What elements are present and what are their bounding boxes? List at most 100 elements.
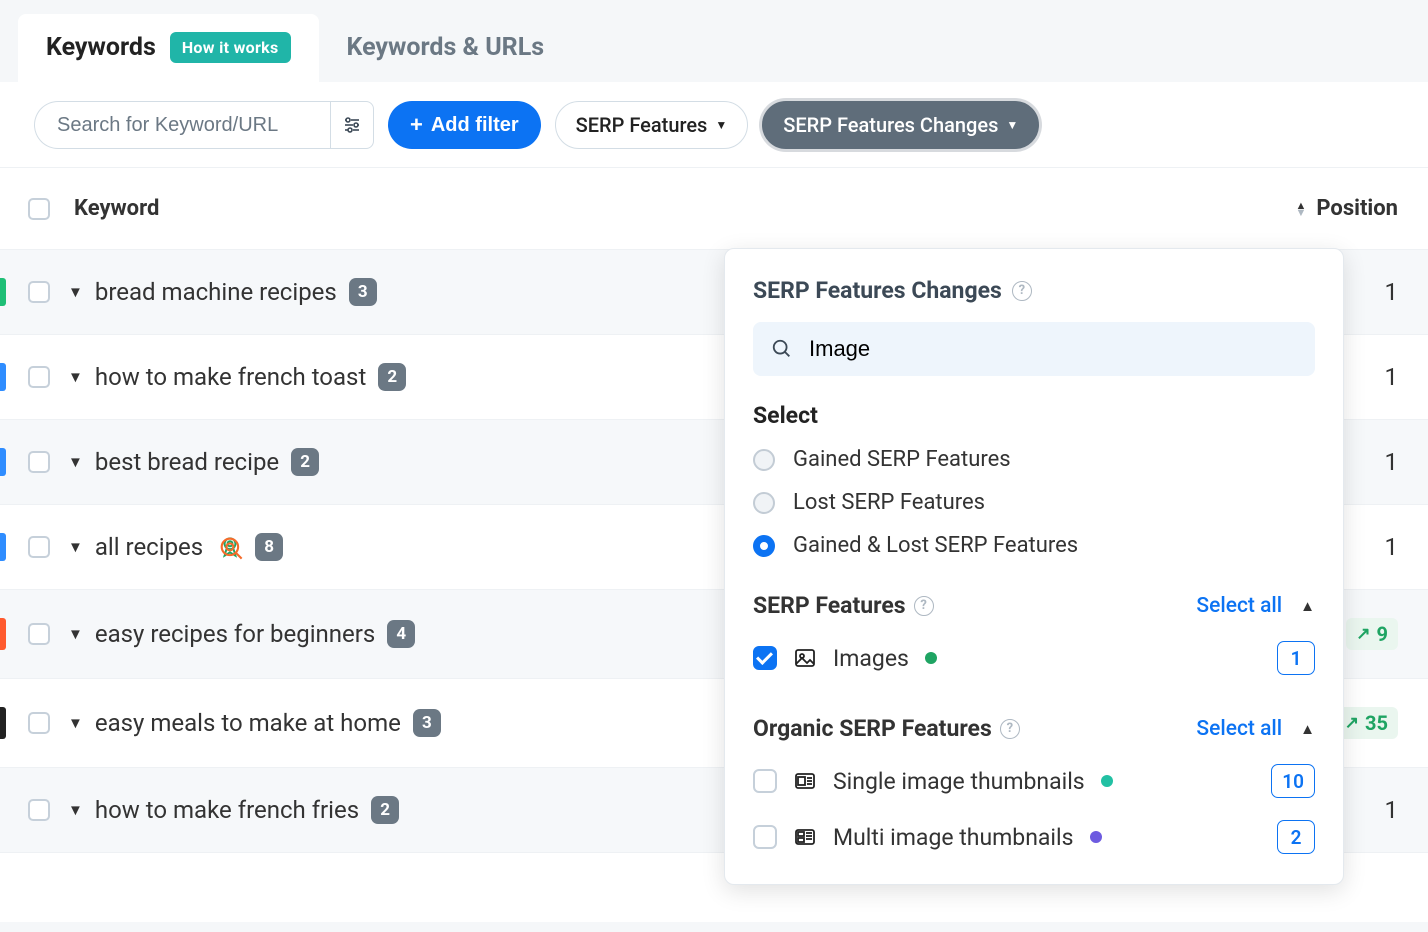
keyword-text: easy meals to make at home (95, 709, 401, 737)
row-accent (0, 363, 6, 391)
select-all-link[interactable]: Select all (1196, 594, 1282, 618)
panel-search-input[interactable] (807, 335, 1297, 363)
feature-images[interactable]: Images 1 (753, 641, 1315, 675)
position-value: 1 (1385, 796, 1399, 824)
count-chip: 8 (255, 533, 283, 561)
tab-keywords[interactable]: Keywords How it works (18, 14, 319, 83)
row-accent (0, 796, 6, 824)
search-settings-button[interactable] (330, 101, 374, 149)
row-checkbox[interactable] (28, 536, 50, 558)
checkbox[interactable] (753, 646, 777, 670)
chevron-up-icon[interactable]: ▲ (1300, 597, 1315, 615)
radio-both[interactable]: Gained & Lost SERP Features (753, 533, 1315, 558)
checkbox[interactable] (753, 825, 777, 849)
thumbnail-icon (793, 769, 817, 793)
arrow-up-icon: ↗ (1356, 624, 1370, 644)
row-checkbox[interactable] (28, 281, 50, 303)
select-all-checkbox[interactable] (28, 198, 50, 220)
chevron-down-icon[interactable]: ▼ (68, 453, 83, 471)
chevron-down-icon[interactable]: ▼ (68, 714, 83, 732)
row-checkbox[interactable] (28, 623, 50, 645)
count-chip: 4 (387, 620, 415, 648)
row-checkbox[interactable] (28, 451, 50, 473)
image-icon (793, 646, 817, 670)
chevron-down-icon[interactable]: ▼ (68, 368, 83, 386)
th-keyword[interactable]: Keyword (74, 196, 1238, 221)
th-position[interactable]: ▲▼ Position (1238, 196, 1428, 221)
chevron-down-icon[interactable]: ▼ (68, 625, 83, 643)
serp-features-dropdown[interactable]: SERP Features ▼ (555, 101, 749, 149)
arrow-up-icon: ↗ (1345, 713, 1359, 733)
tab-keywords-label: Keywords (46, 33, 156, 62)
radio-lost[interactable]: Lost SERP Features (753, 490, 1315, 515)
serp-features-subhead: SERP Features? Select all ▲ (753, 592, 1315, 619)
tab-keywords-urls-label: Keywords & URLs (347, 33, 545, 62)
row-accent (0, 618, 6, 650)
chevron-down-icon[interactable]: ▼ (68, 538, 83, 556)
badge-how-it-works[interactable]: How it works (170, 32, 291, 63)
count-box: 2 (1277, 820, 1315, 854)
toolbar: + Add filter SERP Features ▼ SERP Featur… (0, 83, 1428, 168)
row-checkbox[interactable] (28, 712, 50, 734)
search-group (34, 101, 374, 149)
feature-multi-thumb[interactable]: Multi image thumbnails 2 (753, 820, 1315, 854)
position-value: 1 (1385, 278, 1399, 306)
row-accent (0, 533, 6, 561)
table-header: Keyword ▲▼ Position (0, 168, 1428, 250)
status-dot (925, 652, 937, 664)
keyword-text: how to make french toast (95, 363, 366, 391)
tabs: Keywords How it works Keywords & URLs (0, 0, 1428, 83)
chevron-down-icon: ▼ (1006, 118, 1018, 132)
info-icon[interactable]: ? (1012, 281, 1032, 301)
keyword-text: all recipes (95, 533, 203, 561)
row-accent (0, 278, 6, 306)
checkbox[interactable] (753, 769, 777, 793)
row-accent (0, 707, 6, 739)
award-icon (217, 534, 243, 560)
chevron-down-icon[interactable]: ▼ (68, 801, 83, 819)
sliders-icon (342, 115, 362, 135)
info-icon[interactable]: ? (914, 596, 934, 616)
multi-thumbnail-icon (793, 825, 817, 849)
status-dot (1101, 775, 1113, 787)
count-chip: 3 (413, 709, 441, 737)
count-box: 1 (1277, 641, 1315, 675)
th-position-label: Position (1316, 196, 1398, 221)
chevron-up-icon[interactable]: ▲ (1300, 720, 1315, 738)
keyword-text: easy recipes for beginners (95, 620, 375, 648)
radio-icon (753, 492, 775, 514)
add-filter-button[interactable]: + Add filter (388, 101, 541, 149)
tab-keywords-urls[interactable]: Keywords & URLs (319, 14, 573, 83)
row-checkbox[interactable] (28, 366, 50, 388)
feature-single-thumb[interactable]: Single image thumbnails 10 (753, 764, 1315, 798)
organic-subhead: Organic SERP Features? Select all ▲ (753, 715, 1315, 742)
radio-icon (753, 535, 775, 557)
serp-changes-panel: SERP Features Changes ? Select Gained SE… (724, 248, 1344, 885)
add-filter-label: Add filter (431, 114, 519, 137)
chevron-down-icon[interactable]: ▼ (68, 283, 83, 301)
trend-badge: ↗9 (1346, 618, 1398, 650)
select-label: Select (753, 402, 1315, 429)
count-chip: 3 (349, 278, 377, 306)
panel-title: SERP Features Changes ? (753, 277, 1315, 304)
count-chip: 2 (291, 448, 319, 476)
sort-icon: ▲▼ (1296, 202, 1307, 216)
search-icon (771, 338, 793, 360)
row-accent (0, 448, 6, 476)
search-input[interactable] (34, 101, 330, 149)
info-icon[interactable]: ? (1000, 719, 1020, 739)
trend-badge: ↗35 (1335, 707, 1398, 739)
keyword-icons (217, 534, 243, 560)
select-all-link[interactable]: Select all (1196, 717, 1282, 741)
serp-features-changes-dropdown[interactable]: SERP Features Changes ▼ (762, 101, 1039, 149)
th-checkbox (28, 198, 74, 220)
row-checkbox[interactable] (28, 799, 50, 821)
keyword-text: how to make french fries (95, 796, 359, 824)
radio-gained[interactable]: Gained SERP Features (753, 447, 1315, 472)
serp-features-label: SERP Features (576, 113, 708, 137)
keyword-text: bread machine recipes (95, 278, 337, 306)
serp-features-changes-label: SERP Features Changes (783, 113, 998, 137)
main-panel: + Add filter SERP Features ▼ SERP Featur… (0, 82, 1428, 922)
status-dot (1090, 831, 1102, 843)
panel-search[interactable] (753, 322, 1315, 376)
